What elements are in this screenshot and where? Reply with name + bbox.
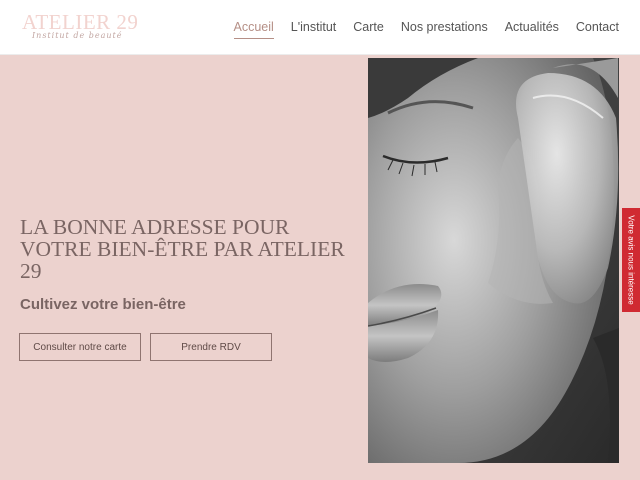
consult-menu-button[interactable]: Consulter notre carte	[19, 333, 141, 361]
book-appointment-button[interactable]: Prendre RDV	[150, 333, 272, 361]
nav-item-accueil[interactable]: Accueil	[233, 20, 274, 39]
nav-item-contact[interactable]: Contact	[576, 20, 619, 39]
nav-item-actualites[interactable]: Actualités	[505, 20, 559, 39]
feedback-tab-label: Votre avis nous intéresse	[626, 215, 636, 305]
nav-item-prestations[interactable]: Nos prestations	[401, 20, 488, 39]
hero-title: LA BONNE ADRESSE POUR VOTRE BIEN-ÊTRE PA…	[20, 215, 345, 283]
face-with-gua-sha-stone-photo	[368, 58, 619, 463]
logo[interactable]: ATELIER 29 Institut de beauté	[22, 10, 138, 42]
feedback-tab[interactable]: Votre avis nous intéresse	[622, 208, 640, 312]
hero-section: LA BONNE ADRESSE POUR VOTRE BIEN-ÊTRE PA…	[0, 55, 640, 480]
hero-photo	[368, 58, 619, 463]
logo-subtext: Institut de beauté	[32, 31, 123, 40]
hero-subtitle: Cultivez votre bien-être	[20, 296, 186, 313]
nav-item-carte[interactable]: Carte	[353, 20, 384, 39]
nav-item-institut[interactable]: L'institut	[291, 20, 336, 39]
main-nav: Accueil L'institut Carte Nos prestations…	[233, 20, 619, 39]
site-header: ATELIER 29 Institut de beauté Accueil L'…	[0, 0, 640, 55]
